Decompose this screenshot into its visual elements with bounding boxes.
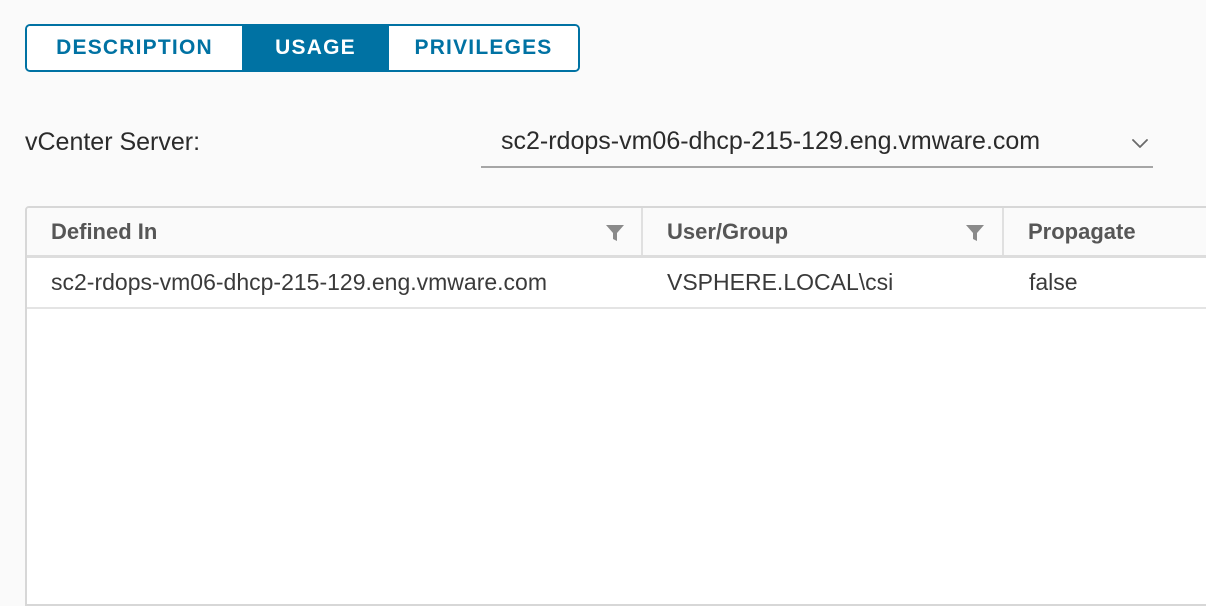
column-header-label: User/Group [667,219,789,244]
column-header-label: Defined In [51,219,158,244]
tab-bar: DESCRIPTION USAGE PRIVILEGES [25,24,580,72]
tab-usage[interactable]: USAGE [242,26,387,70]
cell-propagate: false [1029,269,1078,295]
permissions-grid: Defined In User/Group Propagate sc2-rdop… [25,206,1206,606]
table-row[interactable]: sc2-rdops-vm06-dhcp-215-129.eng.vmware.c… [27,258,1206,309]
column-header-user-group[interactable]: User/Group [641,208,1002,255]
cell-user-group: VSPHERE.LOCAL\csi [667,269,894,295]
column-header-defined-in[interactable]: Defined In [27,208,641,255]
cell-defined-in: sc2-rdops-vm06-dhcp-215-129.eng.vmware.c… [51,269,547,295]
chevron-down-icon [1132,139,1148,148]
filter-icon[interactable] [605,223,625,243]
vcenter-server-select[interactable]: sc2-rdops-vm06-dhcp-215-129.eng.vmware.c… [481,118,1153,168]
vcenter-server-label: vCenter Server: [25,128,201,156]
filter-icon[interactable] [965,223,985,243]
grid-header: Defined In User/Group Propagate [27,208,1206,258]
column-header-propagate[interactable]: Propagate [1002,208,1206,255]
vcenter-server-selected-value: sc2-rdops-vm06-dhcp-215-129.eng.vmware.c… [501,127,1041,155]
column-header-label: Propagate [1028,219,1136,244]
tab-privileges[interactable]: PRIVILEGES [387,26,578,70]
tab-description[interactable]: DESCRIPTION [27,26,242,70]
